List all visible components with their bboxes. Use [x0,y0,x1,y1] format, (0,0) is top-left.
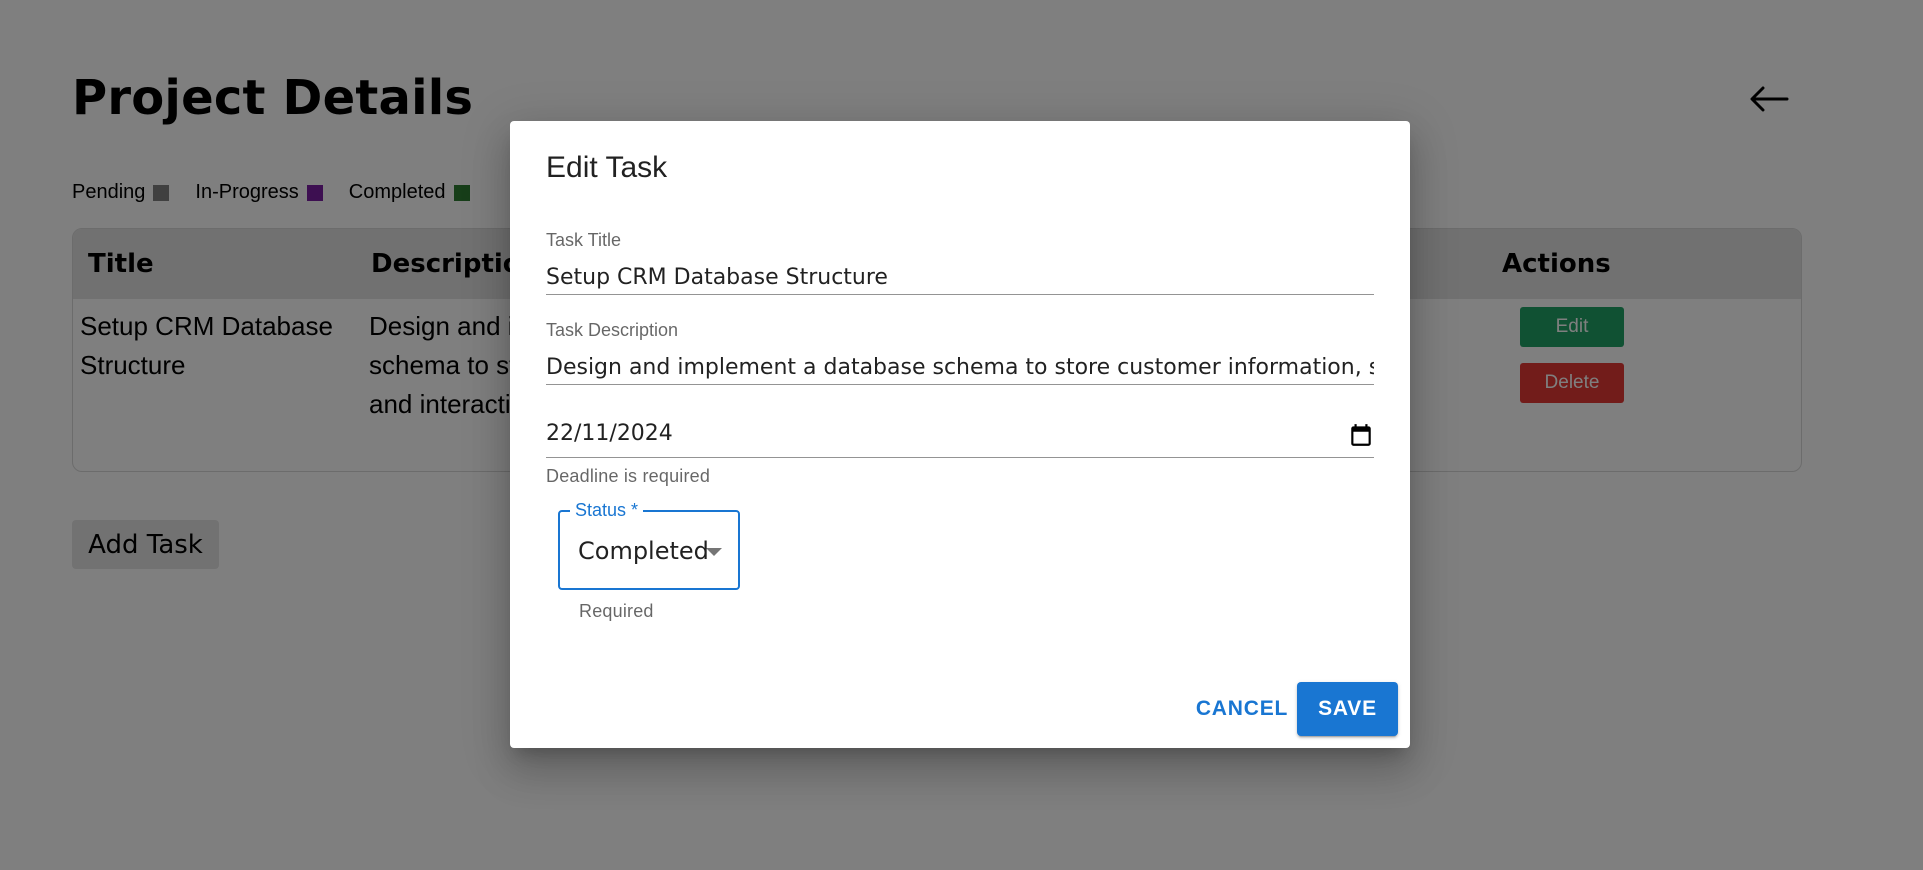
task-title-input[interactable] [546,260,1374,295]
dropdown-arrow-icon [706,548,722,556]
deadline-input[interactable]: 22/11/2024 [546,412,1374,458]
save-button[interactable]: SAVE [1297,682,1398,736]
status-helper-text: Required [579,601,654,621]
deadline-value: 22/11/2024 [546,421,673,446]
task-description-label: Task Description [546,320,679,340]
status-selected-value: Completed [578,537,709,565]
calendar-icon[interactable] [1348,422,1374,448]
edit-task-dialog: Edit Task Task Title Task Description 22… [510,121,1410,748]
cancel-button[interactable]: CANCEL [1180,682,1304,736]
task-description-input[interactable] [546,350,1374,385]
deadline-helper-text: Deadline is required [546,466,711,486]
status-select[interactable]: Status * Completed [558,499,740,590]
dialog-title: Edit Task [546,151,668,184]
task-title-label: Task Title [546,230,622,250]
